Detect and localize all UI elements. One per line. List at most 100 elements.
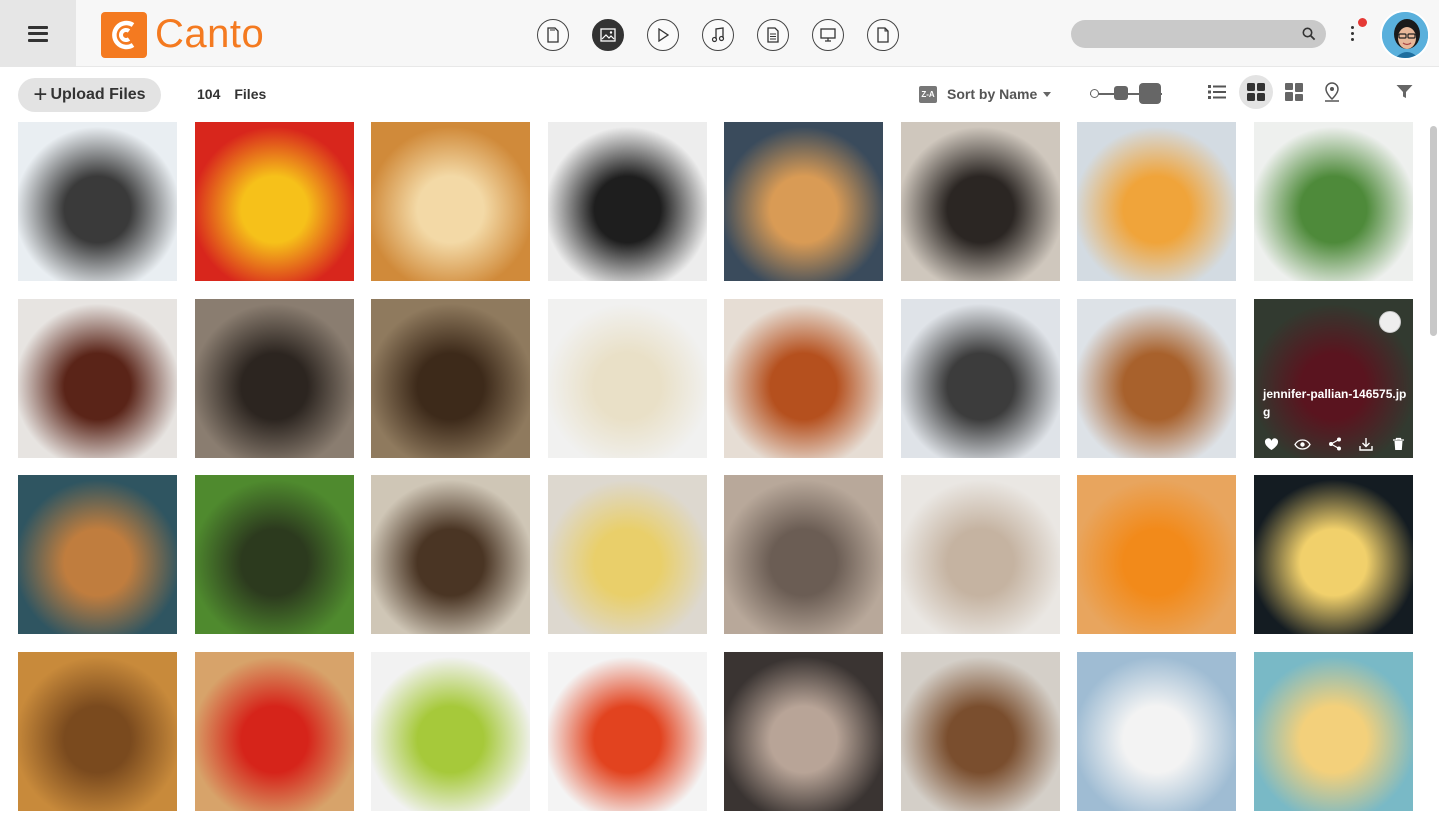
asset-thumbnail — [548, 122, 707, 281]
asset-tile-egg-salad[interactable] — [548, 652, 707, 811]
asset-thumbnail — [18, 122, 177, 281]
asset-thumbnail — [724, 475, 883, 634]
asset-thumbnail — [371, 122, 530, 281]
asset-tile-cookies[interactable] — [1077, 299, 1236, 458]
sort-dropdown[interactable]: Z-A Sort by Name — [919, 84, 1052, 104]
asset-thumbnail — [195, 475, 354, 634]
asset-tile-knife[interactable] — [548, 122, 707, 281]
asset-thumbnail — [371, 475, 530, 634]
music-icon — [711, 27, 725, 43]
download-icon[interactable] — [1357, 436, 1375, 452]
asset-tile-cereal[interactable] — [371, 652, 530, 811]
scrollbar[interactable] — [1430, 126, 1437, 336]
asset-tile-stollen[interactable] — [901, 299, 1060, 458]
tab-video[interactable] — [647, 19, 679, 51]
asset-tile-juice-bar[interactable] — [1077, 475, 1236, 634]
asset-thumbnail — [195, 299, 354, 458]
presentation-icon — [820, 28, 836, 42]
tab-images[interactable] — [592, 19, 624, 51]
asset-tile-steak[interactable] — [18, 299, 177, 458]
asset-tile-grill[interactable] — [724, 652, 883, 811]
asset-tile-pizza-card[interactable] — [1254, 475, 1413, 634]
asset-thumbnail — [18, 299, 177, 458]
asset-tile-fries[interactable] — [1254, 652, 1413, 811]
asset-tile-risotto[interactable] — [548, 299, 707, 458]
play-icon — [658, 28, 669, 42]
share-icon[interactable] — [1326, 436, 1344, 452]
preview-eye-icon[interactable] — [1294, 436, 1312, 452]
top-bar: Canto — [0, 0, 1439, 67]
media-type-tabs — [537, 19, 922, 51]
asset-tile-pastries[interactable] — [371, 122, 530, 281]
asset-tile-burgers[interactable] — [901, 652, 1060, 811]
asset-tile-herbs[interactable] — [195, 475, 354, 634]
logo-text: Canto — [155, 12, 265, 56]
asset-tile-peppers[interactable] — [195, 122, 354, 281]
hamburger-menu-button[interactable] — [0, 0, 76, 67]
asset-tile-lemonade[interactable] — [1077, 122, 1236, 281]
file-count-label: Files — [234, 86, 267, 102]
grid-view-icon — [1247, 83, 1265, 101]
trash-icon[interactable] — [1389, 436, 1407, 452]
asset-tile-kitchen[interactable] — [195, 299, 354, 458]
chevron-down-icon — [1043, 91, 1052, 97]
logo[interactable]: Canto — [101, 11, 265, 58]
asset-tile-salad-plate[interactable] — [1254, 122, 1413, 281]
asset-thumbnail — [1077, 475, 1236, 634]
asset-tile-soup[interactable] — [901, 475, 1060, 634]
asset-thumbnail — [724, 652, 883, 811]
upload-files-button[interactable]: + Upload Files — [18, 78, 161, 112]
grid-view-button[interactable] — [1239, 75, 1273, 109]
heart-icon[interactable] — [1262, 436, 1280, 452]
asset-thumbnail — [1254, 122, 1413, 281]
asset-tile-biscuits[interactable] — [18, 475, 177, 634]
thumbnail-size-slider[interactable] — [1086, 83, 1166, 105]
asset-thumbnail — [1077, 652, 1236, 811]
file-count-number: 104 — [197, 86, 221, 102]
asset-tile-pancakes[interactable] — [724, 122, 883, 281]
asset-tile-bread[interactable] — [371, 299, 530, 458]
asset-tile-chefs[interactable] — [18, 122, 177, 281]
mosaic-view-button[interactable] — [1277, 75, 1311, 109]
search-bar — [1071, 20, 1326, 48]
toolbar: + Upload Files 104 Files Z-A Sort by Name — [0, 67, 1439, 119]
filter-icon — [1396, 85, 1412, 98]
asset-tile-wok[interactable] — [901, 122, 1060, 281]
asset-tile-spices[interactable] — [371, 475, 530, 634]
asset-thumbnail — [1254, 475, 1413, 634]
asset-thumbnail — [901, 652, 1060, 811]
asset-tile-tomatoes[interactable] — [195, 652, 354, 811]
asset-tile-ice-cream[interactable] — [724, 475, 883, 634]
blank-document-icon — [877, 27, 889, 43]
asset-tile-crackers[interactable] — [18, 652, 177, 811]
user-avatar[interactable] — [1380, 10, 1430, 60]
asset-thumbnail — [548, 475, 707, 634]
filter-button[interactable] — [1387, 75, 1421, 109]
asset-thumbnail — [724, 299, 883, 458]
more-options-icon[interactable] — [1344, 22, 1360, 46]
asset-thumbnail — [1254, 652, 1413, 811]
asset-thumbnail — [1077, 122, 1236, 281]
asset-thumbnail — [1077, 299, 1236, 458]
canto-logo-mark — [101, 11, 147, 58]
mosaic-view-icon — [1285, 83, 1303, 101]
document-icon — [547, 27, 559, 43]
tab-other[interactable] — [867, 19, 899, 51]
tab-presentations[interactable] — [812, 19, 844, 51]
list-view-button[interactable] — [1200, 75, 1234, 109]
asset-tile-cranberries[interactable]: jennifer-pallian-146575.jpg — [1254, 299, 1413, 458]
asset-thumbnail — [901, 122, 1060, 281]
asset-tile-sandwich[interactable] — [724, 299, 883, 458]
asset-tile-quiche[interactable] — [548, 475, 707, 634]
tab-all-files[interactable] — [537, 19, 569, 51]
text-document-icon — [767, 27, 779, 43]
sort-label: Sort by Name — [947, 86, 1038, 102]
search-input[interactable] — [1071, 20, 1296, 48]
map-view-button[interactable] — [1315, 75, 1349, 109]
asset-thumbnail — [901, 299, 1060, 458]
select-checkbox[interactable] — [1379, 311, 1401, 333]
tab-audio[interactable] — [702, 19, 734, 51]
asset-tile-latte[interactable] — [1077, 652, 1236, 811]
tab-documents[interactable] — [757, 19, 789, 51]
search-icon[interactable] — [1302, 27, 1316, 41]
